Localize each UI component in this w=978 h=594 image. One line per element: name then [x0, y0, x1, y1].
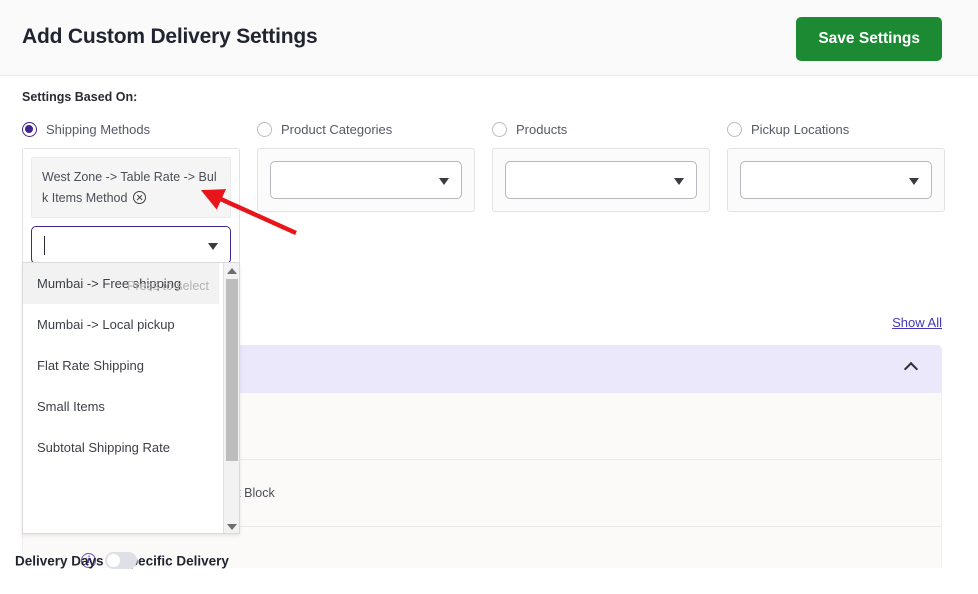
settings-based-on-radio-group: Shipping Methods Product Categories Prod… [0, 122, 978, 142]
show-all-link[interactable]: Show All [892, 315, 942, 330]
dropdown-option[interactable]: Subtotal Shipping Rate [23, 427, 219, 468]
selected-shipping-methods-tags: West Zone -> Table Rate -> Bulk Items Me… [31, 157, 231, 218]
chevron-down-icon [909, 178, 919, 185]
radio-dot-icon [22, 122, 37, 137]
radio-dot-icon [492, 122, 507, 137]
chevron-down-icon[interactable] [208, 243, 218, 250]
press-to-select-hint: Press to select [127, 279, 209, 293]
dropdown-option[interactable]: Flat Rate Shipping [23, 345, 219, 386]
top-header-bar: Add Custom Delivery Settings Save Settin… [0, 0, 978, 76]
pickup-locations-select[interactable] [740, 161, 932, 199]
page-title: Add Custom Delivery Settings [22, 25, 318, 48]
circle-x-icon[interactable] [133, 191, 147, 204]
products-select[interactable] [505, 161, 697, 199]
dropdown-scrollbar[interactable] [223, 263, 239, 533]
dropdown-option-label: Small Items [37, 399, 105, 414]
product-categories-field-container [257, 148, 475, 212]
dropdown-option[interactable]: Mumbai -> Free shipping Press to select [23, 263, 219, 304]
shipping-methods-search-input[interactable] [31, 226, 231, 264]
scroll-down-arrow-icon[interactable] [227, 524, 237, 530]
radio-dot-icon [257, 122, 272, 137]
toggle-knob [107, 554, 120, 567]
setting-row-delivery-days: Delivery Days & Specific Delivery i [15, 527, 941, 594]
products-field-container [492, 148, 710, 212]
settings-based-on-label: Settings Based On: [22, 90, 138, 104]
dropdown-option[interactable]: Small Items [23, 386, 219, 427]
radio-option-products[interactable]: Products [492, 122, 567, 137]
radio-option-pickup-locations[interactable]: Pickup Locations [727, 122, 849, 137]
setting-toggle[interactable] [105, 552, 137, 569]
chevron-down-icon [674, 178, 684, 185]
radio-option-shipping-methods[interactable]: Shipping Methods [22, 122, 150, 137]
radio-label: Products [516, 122, 568, 137]
radio-label: Pickup Locations [751, 122, 850, 137]
chevron-down-icon [439, 178, 449, 185]
chevron-up-icon[interactable] [903, 361, 919, 377]
pickup-locations-field-container [727, 148, 945, 212]
text-caret [44, 236, 45, 255]
scrollbar-thumb[interactable] [226, 279, 238, 461]
product-categories-select[interactable] [270, 161, 462, 199]
dropdown-option-label: Flat Rate Shipping [37, 358, 144, 373]
radio-dot-icon [727, 122, 742, 137]
save-settings-button[interactable]: Save Settings [796, 17, 942, 61]
shipping-methods-dropdown-list[interactable]: Mumbai -> Free shipping Press to select … [22, 262, 240, 534]
dropdown-option-label: Subtotal Shipping Rate [37, 440, 170, 455]
radio-label: Shipping Methods [46, 122, 151, 137]
dropdown-option-label: Mumbai -> Local pickup [37, 317, 175, 332]
radio-option-product-categories[interactable]: Product Categories [257, 122, 392, 137]
shipping-method-tag-label: West Zone -> Table Rate -> Bulk Items Me… [42, 170, 217, 205]
scroll-up-arrow-icon[interactable] [227, 268, 237, 274]
shipping-methods-field-container: West Zone -> Table Rate -> Bulk Items Me… [22, 148, 240, 273]
dropdown-option[interactable]: Mumbai -> Local pickup [23, 304, 219, 345]
radio-label: Product Categories [281, 122, 393, 137]
